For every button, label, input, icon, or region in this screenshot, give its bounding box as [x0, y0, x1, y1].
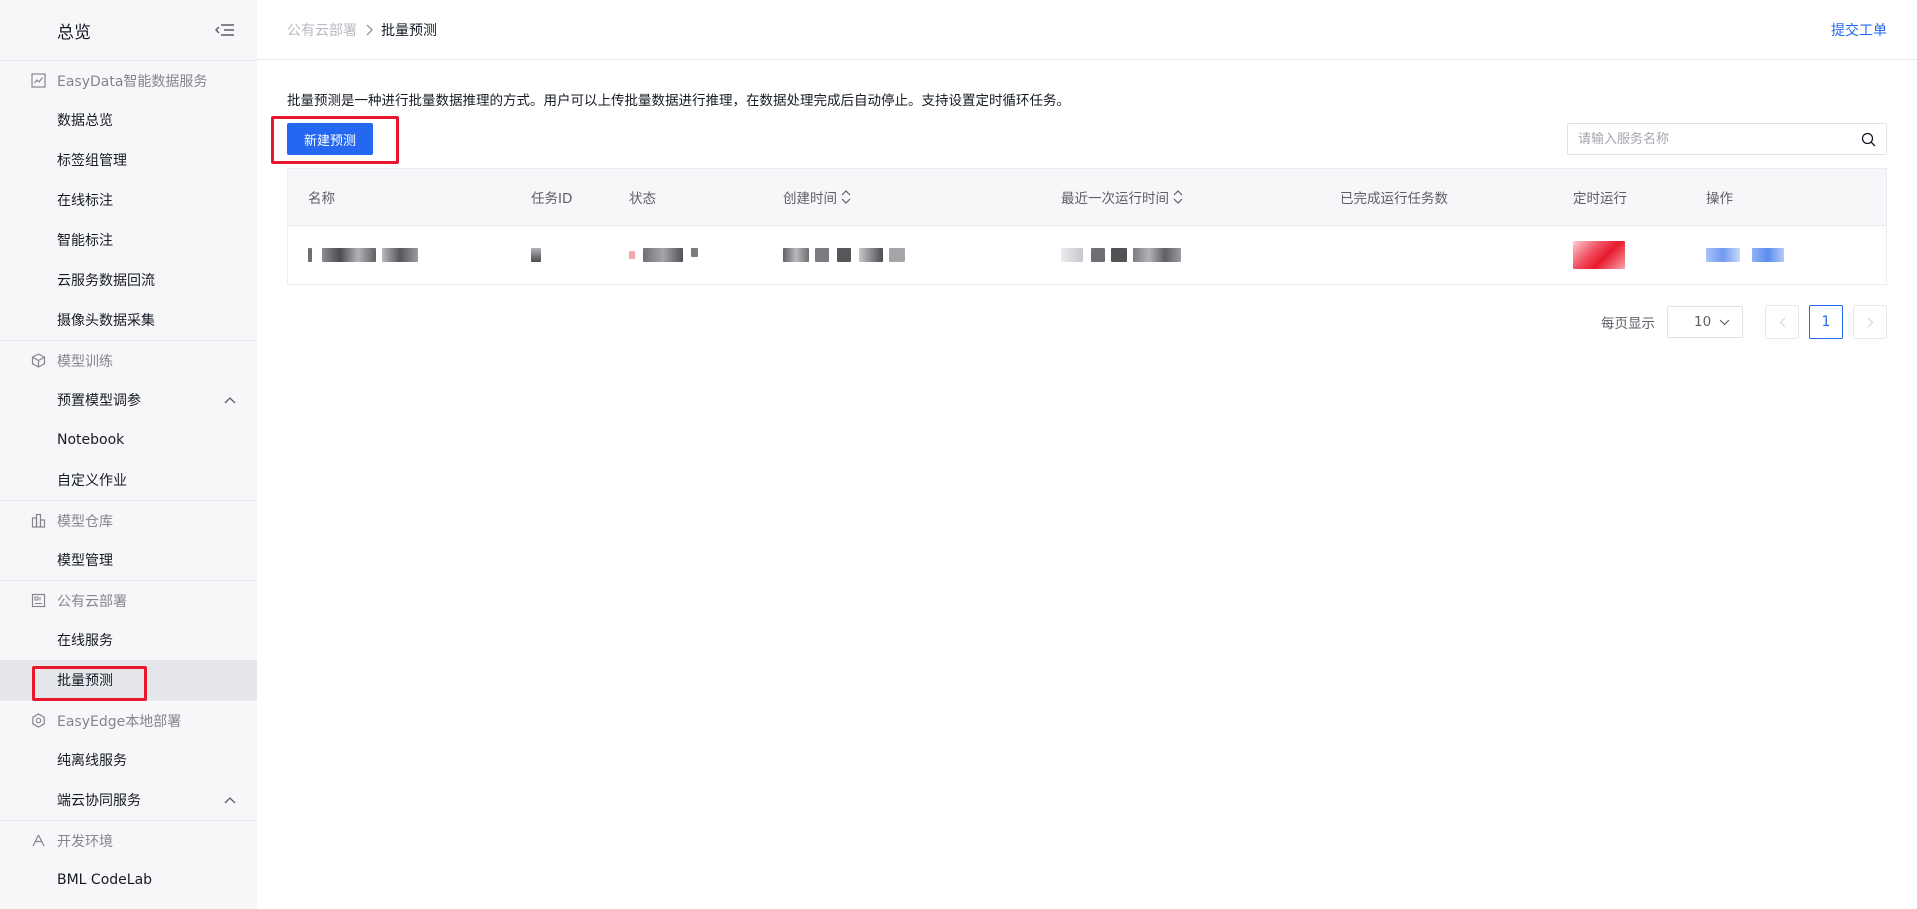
sidebar-item-label: 自定义作业 [57, 473, 127, 489]
sidebar-header: 总览 [0, 0, 257, 60]
page-size-value: 10 [1694, 314, 1712, 330]
page-body: 批量预测是一种进行批量数据推理的方式。用户可以上传批量数据进行推理，在数据处理完… [257, 60, 1917, 339]
sidebar-group-dev-environment: 开发环境 [0, 820, 257, 860]
chart-icon [30, 73, 46, 89]
pagination: 每页显示 10 1 [287, 305, 1887, 339]
prediction-table: 名称 任务ID 状态 创建时间 最近一次运行时间 已完成运行任务数 定时运行 操… [287, 168, 1887, 285]
collapse-menu-icon[interactable] [213, 18, 237, 42]
table-header: 名称 任务ID 状态 创建时间 最近一次运行时间 已完成运行任务数 定时运行 操… [288, 169, 1886, 226]
page-button-current[interactable]: 1 [1809, 305, 1843, 339]
page-size-label: 每页显示 [1601, 316, 1655, 332]
create-prediction-button[interactable]: 新建预测 [287, 123, 374, 155]
prev-page-button[interactable] [1765, 305, 1799, 339]
sidebar-item-label: 在线服务 [57, 633, 113, 649]
sidebar-item-label: 标签组管理 [57, 153, 127, 169]
cell-last-run-time-redacted [1061, 226, 1340, 284]
sidebar-item-notebook[interactable]: Notebook [0, 420, 257, 460]
sidebar-group-model-warehouse: 模型仓库 [0, 500, 257, 540]
sidebar-item-label: 云服务数据回流 [57, 273, 155, 289]
breadcrumb: 公有云部署 批量预测 [287, 20, 437, 40]
sidebar-item-label-groups[interactable]: 标签组管理 [0, 140, 257, 180]
topbar: 公有云部署 批量预测 提交工单 [257, 0, 1917, 60]
sidebar-item-label: 摄像头数据采集 [57, 313, 155, 329]
sort-icon[interactable] [1172, 188, 1184, 206]
sidebar-group-label: EasyEdge本地部署 [57, 713, 182, 730]
column-header-scheduled: 定时运行 [1573, 191, 1627, 207]
cell-status-redacted [629, 226, 783, 284]
sidebar-group-label: 公有云部署 [57, 593, 127, 610]
cell-name-redacted [288, 226, 531, 284]
hexagon-icon [30, 713, 46, 729]
column-header-name: 名称 [308, 191, 335, 207]
sidebar-item-label: Notebook [57, 432, 125, 448]
column-header-completed-count: 已完成运行任务数 [1340, 191, 1448, 207]
cell-task-id-redacted [531, 226, 629, 284]
page-size-select[interactable]: 10 [1667, 306, 1743, 338]
submit-ticket-link[interactable]: 提交工单 [1831, 20, 1887, 40]
sidebar-item-label: 端云协同服务 [57, 793, 141, 809]
triangle-nodes-icon [30, 833, 46, 849]
cell-scheduled-redacted [1573, 226, 1706, 284]
sidebar-group-public-cloud-deploy: 公有云部署 [0, 580, 257, 620]
sidebar-item-label: 模型管理 [57, 553, 113, 569]
chevron-right-icon [362, 23, 376, 37]
search-input[interactable] [1578, 131, 1860, 147]
main-content: 公有云部署 批量预测 提交工单 批量预测是一种进行批量数据推理的方式。用户可以上… [257, 0, 1917, 909]
sidebar-group-label: 模型训练 [57, 353, 113, 370]
sidebar-item-online-labeling[interactable]: 在线标注 [0, 180, 257, 220]
page-description: 批量预测是一种进行批量数据推理的方式。用户可以上传批量数据进行推理，在数据处理完… [287, 93, 1070, 109]
sidebar-title[interactable]: 总览 [57, 18, 91, 43]
sidebar-item-offline-service[interactable]: 纯离线服务 [0, 740, 257, 780]
column-header-actions: 操作 [1706, 191, 1733, 207]
sidebar-item-smart-labeling[interactable]: 智能标注 [0, 220, 257, 260]
breadcrumb-current: 批量预测 [381, 22, 437, 39]
sidebar-group-label: 开发环境 [57, 833, 113, 850]
sidebar-item-label: 纯离线服务 [57, 753, 127, 769]
sidebar-item-preset-tuning[interactable]: 预置模型调参 [0, 380, 257, 420]
sidebar-item-batch-prediction[interactable]: 批量预测 [0, 660, 257, 700]
column-header-task-id: 任务ID [531, 191, 573, 207]
toolbar: 新建预测 [271, 116, 1887, 164]
sidebar-item-label: 智能标注 [57, 233, 113, 249]
column-header-last-run-time[interactable]: 最近一次运行时间 [1061, 169, 1340, 225]
sidebar-group-model-training: 模型训练 [0, 340, 257, 380]
chevron-up-icon[interactable] [223, 393, 237, 407]
column-header-created-time[interactable]: 创建时间 [783, 169, 1061, 225]
chevron-down-icon [1719, 314, 1730, 330]
cell-completed-count [1340, 226, 1573, 284]
table-row [288, 226, 1886, 284]
sidebar-item-label: 在线标注 [57, 193, 113, 209]
sidebar-item-cloud-data-backflow[interactable]: 云服务数据回流 [0, 260, 257, 300]
cell-actions-redacted[interactable] [1706, 226, 1866, 284]
sidebar-item-label: BML CodeLab [57, 872, 153, 888]
warehouse-icon [30, 513, 46, 529]
sidebar-item-model-management[interactable]: 模型管理 [0, 540, 257, 580]
breadcrumb-parent[interactable]: 公有云部署 [287, 20, 357, 40]
sidebar-item-bml-codelab[interactable]: BML CodeLab [0, 860, 257, 900]
search-icon[interactable] [1860, 131, 1876, 147]
column-header-label: 最近一次运行时间 [1061, 191, 1169, 207]
cell-created-time-redacted [783, 226, 1061, 284]
search-box [1567, 123, 1887, 155]
sidebar: 总览 EasyData智能数据服务 数据总览 标签组管理 在线标注 智能标注 云… [0, 0, 257, 909]
sidebar-item-online-service[interactable]: 在线服务 [0, 620, 257, 660]
column-header-label: 创建时间 [783, 191, 837, 207]
sidebar-group-label: 模型仓库 [57, 513, 113, 530]
sidebar-item-label: 预置模型调参 [57, 393, 141, 409]
sidebar-item-data-overview[interactable]: 数据总览 [0, 100, 257, 140]
sort-icon[interactable] [840, 188, 852, 206]
cube-icon [30, 353, 46, 369]
sidebar-group-label: EasyData智能数据服务 [57, 73, 208, 90]
sidebar-group-easydata: EasyData智能数据服务 [0, 60, 257, 100]
sidebar-item-label: 数据总览 [57, 113, 113, 129]
cloud-deploy-icon [30, 593, 46, 609]
chevron-up-icon[interactable] [223, 793, 237, 807]
column-header-status: 状态 [629, 191, 656, 207]
sidebar-item-camera-collection[interactable]: 摄像头数据采集 [0, 300, 257, 340]
sidebar-item-edge-cloud-service[interactable]: 端云协同服务 [0, 780, 257, 820]
sidebar-group-easyedge: EasyEdge本地部署 [0, 700, 257, 740]
sidebar-item-custom-job[interactable]: 自定义作业 [0, 460, 257, 500]
next-page-button[interactable] [1853, 305, 1887, 339]
sidebar-item-label: 批量预测 [57, 673, 113, 689]
